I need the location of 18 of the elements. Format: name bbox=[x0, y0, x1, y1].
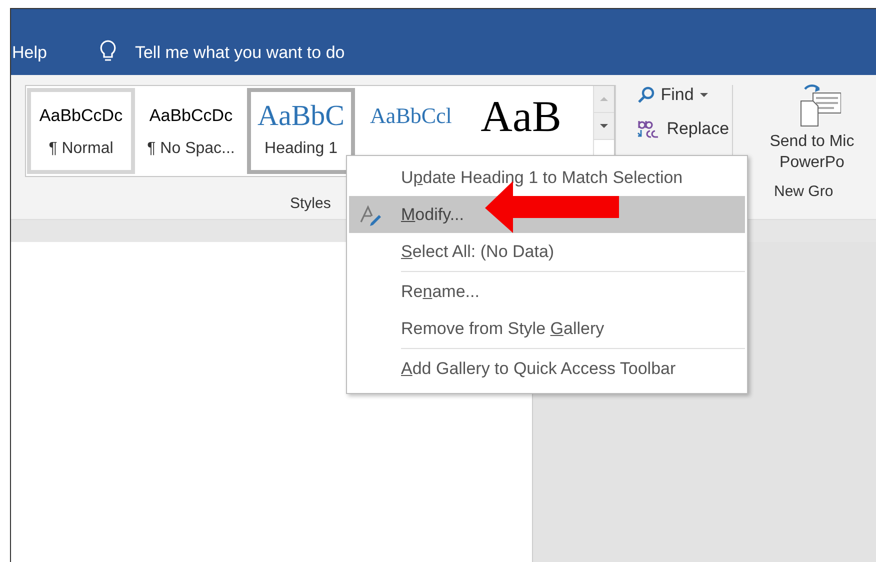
style-item[interactable]: AaBbC Heading 1 bbox=[247, 88, 355, 174]
dropdown-icon[interactable] bbox=[594, 113, 614, 140]
caret-icon bbox=[698, 91, 709, 99]
group-label: New Gro bbox=[774, 183, 834, 200]
help-tab[interactable]: Help bbox=[12, 43, 47, 63]
send-to-label[interactable]: Send to Mic PowerPo bbox=[746, 131, 876, 173]
search-icon bbox=[636, 85, 656, 105]
tell-me-field[interactable]: Tell me what you want to do bbox=[134, 43, 345, 63]
menu-item[interactable]: Remove from Style Gallery bbox=[349, 310, 745, 347]
find-button[interactable]: Find bbox=[636, 85, 709, 105]
menu-item[interactable]: Add Gallery to Quick Access Toolbar bbox=[349, 350, 745, 387]
menu-item[interactable]: Rename... bbox=[349, 273, 745, 310]
group-label: Styles bbox=[290, 195, 332, 212]
replace-button[interactable]: Replace bbox=[636, 117, 730, 141]
style-item[interactable]: AaBbCcDc ¶ Normal bbox=[27, 88, 135, 174]
style-item[interactable]: AaBbCcDc ¶ No Spac... bbox=[137, 88, 245, 174]
lightbulb-icon bbox=[98, 39, 117, 63]
menu-item[interactable]: Select All: (No Data) bbox=[349, 233, 745, 270]
